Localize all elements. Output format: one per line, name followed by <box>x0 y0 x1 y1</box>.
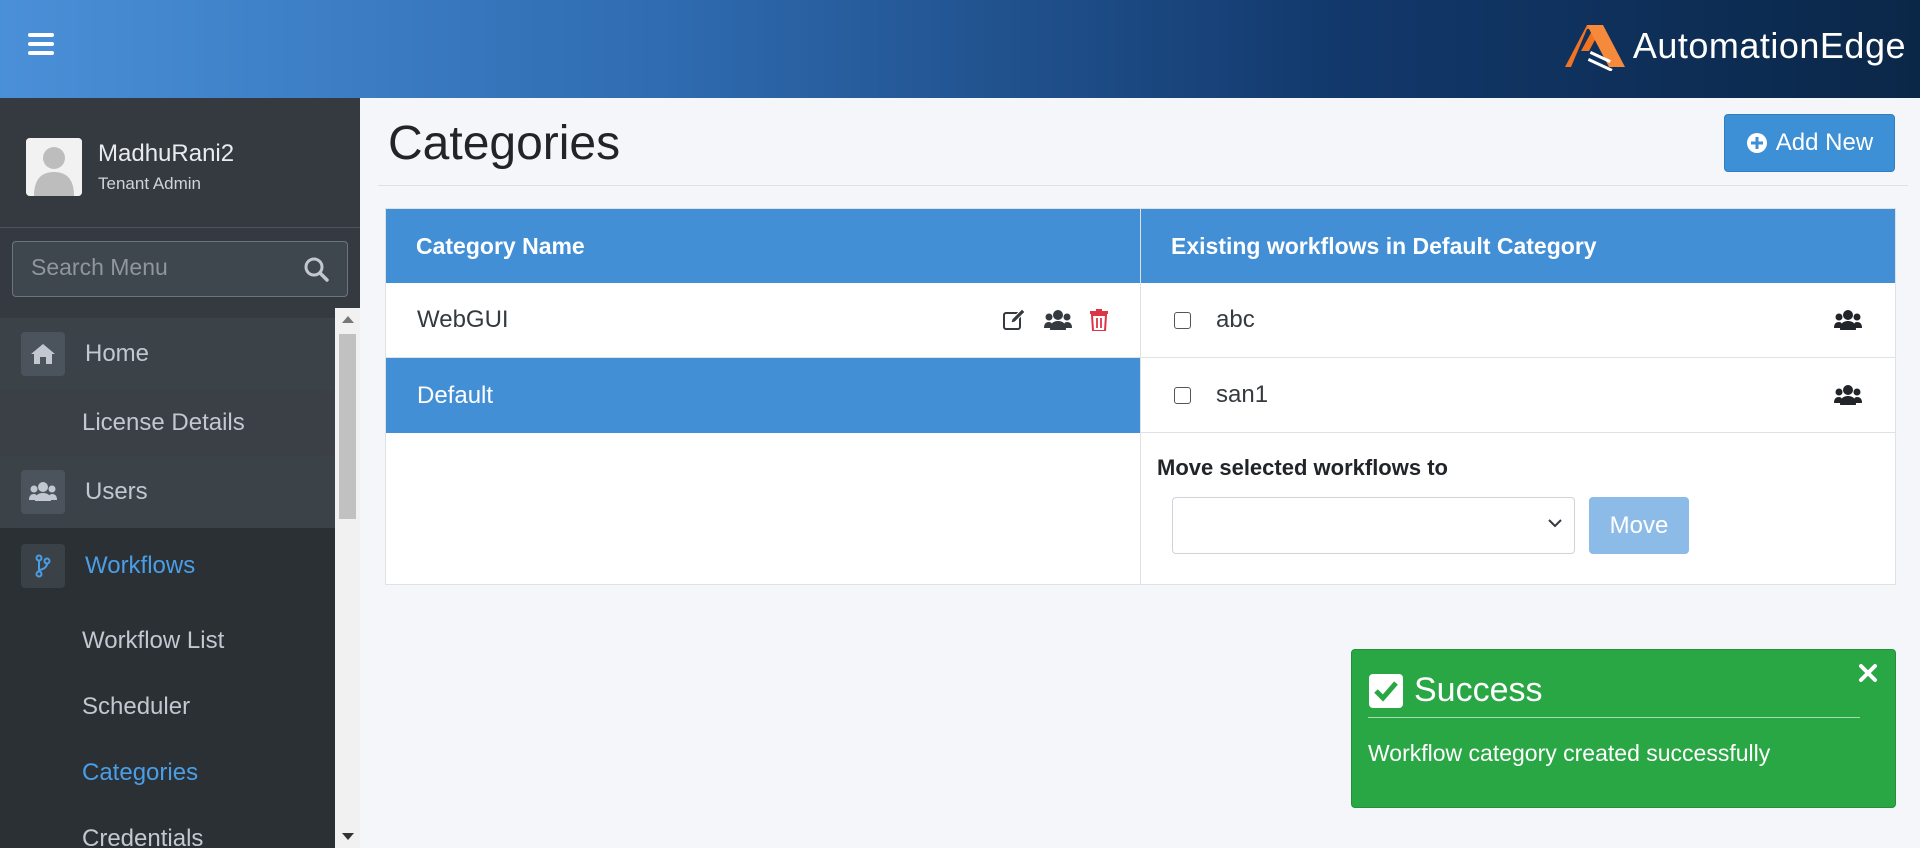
workflows-panel: Existing workflows in Default Category a… <box>1140 208 1896 585</box>
avatar[interactable] <box>26 138 82 196</box>
sidebar-item-label: Users <box>85 478 148 505</box>
sidebar-item-label: Credentials <box>82 825 204 848</box>
sidebar-item-label: Home <box>85 340 150 367</box>
code-branch-icon <box>21 543 65 588</box>
content-header: Categories Add New <box>378 104 1908 186</box>
search-icon[interactable] <box>303 256 329 282</box>
home-icon <box>21 332 65 376</box>
sidebar-item-categories[interactable]: Categories <box>0 740 335 806</box>
users-icon <box>21 470 65 514</box>
sidebar-item-workflows[interactable]: Workflows <box>0 528 335 603</box>
sidebar-item-license-details[interactable]: License Details <box>0 390 335 456</box>
sidebar-menu: Home License Details Users Workflows Wor… <box>0 308 335 848</box>
close-icon[interactable] <box>1857 662 1879 684</box>
row-actions <box>1002 309 1108 331</box>
toast-message: Workflow category created successfully <box>1368 740 1771 766</box>
user-name[interactable]: MadhuRani2 <box>98 140 234 168</box>
sidebar-item-label: Scheduler <box>82 693 191 720</box>
move-category-select[interactable] <box>1172 497 1575 554</box>
workflows-header: Existing workflows in Default Category <box>1141 209 1895 283</box>
trash-icon[interactable] <box>1090 309 1108 331</box>
add-new-label: Add New <box>1775 129 1874 156</box>
search-menu <box>12 241 348 297</box>
sidebar-item-workflow-list[interactable]: Workflow List <box>0 608 335 674</box>
toast-title: Success <box>1414 671 1543 709</box>
move-label: Move selected workflows to <box>1157 455 1448 480</box>
categories-panel: Category Name WebGUI Default <box>385 208 1141 585</box>
plus-circle-icon <box>1746 133 1767 153</box>
category-name: WebGUI <box>417 306 509 333</box>
brand-logo: AutomationEdge <box>1563 18 1906 74</box>
brand-name: AutomationEdge <box>1632 25 1906 66</box>
sidebar-item-home[interactable]: Home <box>0 318 335 390</box>
page-title: Categories <box>388 117 621 170</box>
workflow-row-abc: abc <box>1141 283 1895 358</box>
categories-header: Category Name <box>386 209 1140 283</box>
toast-header: Success <box>1368 664 1860 718</box>
workflow-name: abc <box>1216 306 1255 333</box>
add-new-button[interactable]: Add New <box>1724 114 1895 172</box>
sidebar-item-credentials[interactable]: Credentials <box>0 806 335 848</box>
scroll-thumb[interactable] <box>339 334 356 519</box>
sidebar-scrollbar[interactable] <box>335 308 360 848</box>
edit-icon[interactable] <box>1002 309 1026 331</box>
sidebar-item-label: Workflow List <box>82 627 225 654</box>
users-icon[interactable] <box>1834 309 1862 331</box>
chevron-down-icon <box>1548 519 1562 528</box>
sidebar: MadhuRani2 Tenant Admin Home License Det… <box>0 98 360 848</box>
sidebar-item-scheduler[interactable]: Scheduler <box>0 674 335 740</box>
sidebar-item-label: License Details <box>82 409 245 436</box>
scroll-up-icon[interactable] <box>342 316 354 323</box>
users-icon[interactable] <box>1044 309 1072 331</box>
search-menu-input[interactable] <box>31 254 291 281</box>
category-row-webgui[interactable]: WebGUI <box>386 283 1140 358</box>
sidebar-item-label: Categories <box>82 759 199 786</box>
move-button[interactable]: Move <box>1589 497 1689 554</box>
workflow-checkbox[interactable] <box>1174 386 1191 404</box>
success-toast: Success Workflow category created succes… <box>1351 649 1896 808</box>
workflow-checkbox[interactable] <box>1174 311 1191 329</box>
users-icon[interactable] <box>1834 384 1862 406</box>
workflow-row-san1: san1 <box>1141 358 1895 433</box>
category-name: Default <box>417 381 494 409</box>
sidebar-item-users[interactable]: Users <box>0 456 335 528</box>
check-square-icon <box>1369 673 1403 708</box>
category-row-default[interactable]: Default <box>386 358 1140 433</box>
sidebar-item-label: Workflows <box>85 551 196 579</box>
user-panel: MadhuRani2 Tenant Admin <box>0 98 360 228</box>
scroll-down-icon[interactable] <box>342 833 354 840</box>
automationedge-logo-icon <box>1564 25 1625 71</box>
user-role: Tenant Admin <box>98 174 202 193</box>
hamburger-menu-icon[interactable] <box>28 33 54 55</box>
top-navbar: AutomationEdge <box>0 0 1920 98</box>
workflow-name: san1 <box>1216 381 1269 408</box>
